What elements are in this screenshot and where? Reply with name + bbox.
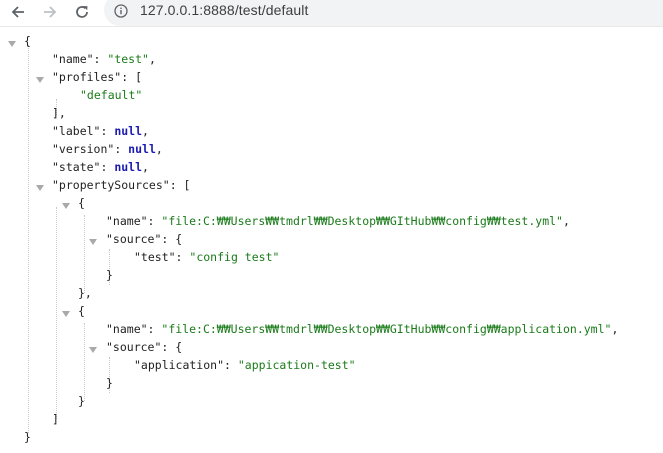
json-line: { <box>78 304 85 318</box>
indent-guide <box>84 215 85 293</box>
json-key: "label" <box>52 124 101 138</box>
json-line: }, <box>78 286 92 300</box>
json-string: "file:C:₩₩Users₩₩tmdrl₩₩Desktop₩₩GItHub₩… <box>161 214 563 228</box>
info-icon[interactable] <box>114 4 128 18</box>
json-key: "source" <box>106 340 162 354</box>
indent-guide <box>28 45 29 433</box>
json-string: "default" <box>80 88 143 102</box>
json-key: "propertySources" <box>52 178 170 192</box>
json-null: null <box>114 124 143 138</box>
json-null: null <box>114 160 143 174</box>
json-key: "name" <box>106 214 148 228</box>
json-line: ], <box>52 106 66 120</box>
json-key: "name" <box>52 52 94 66</box>
forward-button[interactable] <box>38 1 62 23</box>
back-button[interactable] <box>6 1 30 23</box>
url-text[interactable]: 127.0.0.1:8888/test/default <box>140 2 309 18</box>
json-key: "version" <box>52 142 115 156</box>
json-line: "application": "appication-test" <box>134 358 356 372</box>
json-line: "propertySources": [ <box>52 178 191 192</box>
browser-toolbar: 127.0.0.1:8888/test/default <box>0 0 663 27</box>
json-line: } <box>78 394 85 408</box>
collapse-arrow-icon[interactable] <box>8 41 16 47</box>
json-viewer: { "name": "test", "profiles": [ "default… <box>0 27 663 453</box>
collapse-arrow-icon[interactable] <box>89 239 97 245</box>
json-key: "source" <box>106 232 162 246</box>
json-key: "profiles" <box>52 70 122 84</box>
indent-guide <box>84 323 85 401</box>
json-line: { <box>24 32 31 50</box>
collapse-arrow-icon[interactable] <box>36 185 44 191</box>
close-brace: } <box>24 430 31 444</box>
open-brace: { <box>24 34 31 48</box>
json-key: "state" <box>52 160 101 174</box>
json-string: "test" <box>107 52 149 66</box>
json-line: "label": null, <box>52 124 149 138</box>
reload-button[interactable] <box>70 1 94 23</box>
json-line: "name": "file:C:₩₩Users₩₩tmdrl₩₩Desktop₩… <box>106 214 570 228</box>
forward-arrow-icon <box>44 6 57 18</box>
json-line: "source": { <box>106 340 183 354</box>
json-line: } <box>24 428 31 446</box>
address-bar[interactable]: 127.0.0.1:8888/test/default <box>104 0 663 26</box>
json-string: "appication-test" <box>237 358 356 372</box>
json-key: "application" <box>134 358 225 372</box>
json-key: "name" <box>106 322 148 336</box>
json-line: "profiles": [ <box>52 70 143 84</box>
collapse-arrow-icon[interactable] <box>36 77 44 83</box>
back-arrow-icon <box>11 6 24 18</box>
json-line: } <box>106 268 113 282</box>
collapse-arrow-icon[interactable] <box>62 203 70 209</box>
json-line: "default" <box>80 86 142 104</box>
json-line: { <box>78 196 85 210</box>
collapse-arrow-icon[interactable] <box>62 311 70 317</box>
json-line: "name": "file:C:₩₩Users₩₩tmdrl₩₩Desktop₩… <box>106 322 619 336</box>
json-line: "test": "config test" <box>134 250 280 264</box>
json-string: "file:C:₩₩Users₩₩tmdrl₩₩Desktop₩₩GItHub₩… <box>161 322 612 336</box>
json-line: "source": { <box>106 232 183 246</box>
json-line: ] <box>52 412 59 426</box>
indent-guide <box>56 207 57 419</box>
json-key: "test" <box>134 250 176 264</box>
reload-icon <box>76 6 88 18</box>
json-line: } <box>106 376 113 390</box>
json-null: null <box>128 142 156 156</box>
json-line: "version": null, <box>52 142 163 156</box>
json-line: "name": "test", <box>52 52 156 66</box>
json-line: "state": null, <box>52 160 149 174</box>
json-string: "config test" <box>189 250 280 264</box>
collapse-arrow-icon[interactable] <box>89 347 97 353</box>
